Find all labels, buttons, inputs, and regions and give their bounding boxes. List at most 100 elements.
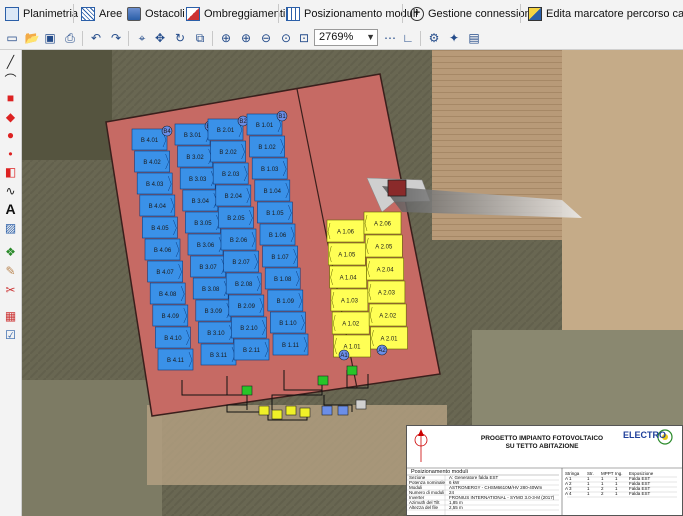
junction-box[interactable]: [241, 385, 253, 396]
pv-module-b[interactable]: B 1.05: [257, 201, 293, 224]
tab-ombreggiamenti[interactable]: Ombreggiamenti: [186, 3, 285, 24]
junction-box[interactable]: [299, 407, 311, 418]
new-file-icon[interactable]: ▭: [4, 30, 20, 46]
pv-module-a[interactable]: A 1.05: [327, 242, 366, 266]
pv-module-b[interactable]: B 4.11: [157, 348, 194, 371]
pv-module-a[interactable]: A 2.05: [364, 234, 403, 258]
pv-module-b[interactable]: B 1.03: [251, 157, 288, 180]
rotate-icon[interactable]: ↻: [172, 30, 188, 46]
pv-module-b[interactable]: B 2.04: [215, 184, 252, 207]
pv-module-b[interactable]: B 4.06: [144, 238, 181, 261]
pv-module-a[interactable]: A 1.04: [329, 265, 367, 289]
grid-icon[interactable]: ⋯: [382, 30, 398, 46]
measure-icon[interactable]: ✎: [3, 263, 18, 278]
line-tool-icon[interactable]: ╱: [3, 54, 18, 69]
tab-aree[interactable]: Aree: [81, 3, 122, 24]
tab-posizionamento-moduli[interactable]: Posizionamento moduli: [286, 3, 418, 24]
pv-module-a[interactable]: A 2.02: [368, 303, 407, 327]
pv-module-a[interactable]: A 1.06: [326, 219, 365, 243]
pv-module-a[interactable]: A 2.04: [366, 257, 404, 281]
pv-module-b[interactable]: B 1.08: [264, 267, 301, 290]
pv-module-b[interactable]: B 3.02: [177, 145, 213, 168]
pv-module-b[interactable]: B 3.06: [187, 233, 224, 256]
string-marker-b[interactable]: B2: [237, 115, 249, 127]
pv-module-b[interactable]: B 3.10: [198, 321, 234, 344]
pv-module-a[interactable]: A 2.01: [370, 326, 408, 350]
pv-module-b[interactable]: B 2.05: [218, 206, 254, 229]
pv-module-b[interactable]: B 3.05: [185, 211, 221, 234]
edit-icon[interactable]: ✂: [3, 282, 18, 297]
pv-module-b[interactable]: B 1.11: [272, 333, 309, 356]
module-config-icon[interactable]: ⚙: [426, 30, 442, 46]
pv-module-b[interactable]: B 2.08: [225, 272, 262, 295]
pv-module-b[interactable]: B 4.08: [149, 282, 186, 305]
junction-box[interactable]: [355, 399, 367, 410]
zoom-window-icon[interactable]: ⊙: [278, 30, 294, 46]
pv-module-b[interactable]: B 3.03: [179, 167, 216, 190]
zoom-in-icon[interactable]: ⊕: [238, 30, 254, 46]
junction-box[interactable]: [346, 365, 358, 376]
pv-module-b[interactable]: B 2.11: [233, 338, 270, 361]
junction-box[interactable]: [337, 405, 349, 416]
pv-module-b[interactable]: B 3.08: [192, 277, 229, 300]
pv-module-a[interactable]: A 2.03: [367, 280, 406, 304]
pv-module-b[interactable]: B 3.09: [195, 299, 232, 322]
tab-planimetria[interactable]: Planimetria: [5, 3, 78, 24]
zoom-select[interactable]: 2769% ▼: [314, 29, 378, 46]
layers-icon[interactable]: ❖: [3, 244, 18, 259]
string-marker-b[interactable]: B4: [161, 125, 173, 137]
pv-module-b[interactable]: B 4.05: [142, 216, 178, 239]
zoom-out-icon[interactable]: ⊖: [258, 30, 274, 46]
report-icon[interactable]: ☑: [3, 327, 18, 342]
undo-icon[interactable]: ↶: [88, 30, 104, 46]
pv-module-b[interactable]: B 4.10: [155, 326, 191, 349]
point-tool-icon[interactable]: •: [3, 146, 18, 161]
pv-module-b[interactable]: B 2.06: [220, 228, 257, 251]
pv-module-b[interactable]: B 1.01: [246, 113, 283, 136]
junction-box[interactable]: [271, 409, 283, 420]
pv-module-b[interactable]: B 1.04: [254, 179, 291, 202]
zoom-extents-icon[interactable]: ⊡: [296, 30, 312, 46]
pv-module-b[interactable]: B 2.01: [207, 118, 244, 141]
junction-box[interactable]: [317, 375, 329, 386]
module-library-icon[interactable]: ▤: [466, 30, 482, 46]
select-icon[interactable]: ⌖: [134, 30, 150, 46]
polygon-tool-icon[interactable]: ◆: [3, 109, 18, 124]
string-marker-a[interactable]: A2: [376, 344, 388, 356]
move-icon[interactable]: ✥: [152, 30, 168, 46]
junction-box[interactable]: [321, 405, 333, 416]
tab-ostacoli[interactable]: Ostacoli: [127, 3, 185, 24]
auto-layout-icon[interactable]: ✦: [446, 30, 462, 46]
text-tool-icon[interactable]: A: [3, 201, 18, 217]
pv-module-b[interactable]: B 1.06: [259, 223, 296, 246]
pv-module-b[interactable]: B 4.03: [136, 172, 173, 195]
pv-module-b[interactable]: B 2.03: [212, 162, 249, 185]
pv-module-b[interactable]: B 4.04: [139, 194, 176, 217]
circle-tool-icon[interactable]: ●: [3, 127, 18, 142]
string-marker-b[interactable]: B1: [276, 110, 288, 122]
pv-module-b[interactable]: B 1.10: [270, 311, 306, 334]
pv-module-b[interactable]: B 3.11: [200, 343, 237, 366]
pv-module-b[interactable]: B 1.07: [262, 245, 298, 268]
print-icon[interactable]: ⎙: [62, 30, 78, 46]
tab-gestione-connessioni[interactable]: + Gestione connessioni: [410, 3, 533, 24]
curve-tool-icon[interactable]: ∿: [3, 183, 18, 198]
save-icon[interactable]: ▣: [42, 30, 58, 46]
pv-module-b[interactable]: B 2.09: [228, 294, 265, 317]
rectangle-tool-icon[interactable]: ■: [3, 90, 18, 105]
pv-module-b[interactable]: B 3.07: [190, 255, 226, 278]
pv-module-b[interactable]: B 4.02: [134, 150, 170, 173]
junction-box[interactable]: [258, 405, 270, 416]
pv-module-b[interactable]: B 2.02: [210, 140, 246, 163]
junction-box[interactable]: [285, 405, 297, 416]
pv-module-a[interactable]: A 1.03: [330, 288, 369, 312]
pv-module-b[interactable]: B 4.01: [131, 128, 168, 151]
open-folder-icon[interactable]: 📂: [24, 30, 40, 46]
scale-icon[interactable]: ⧉: [192, 30, 208, 46]
redo-icon[interactable]: ↷: [108, 30, 124, 46]
string-marker-a[interactable]: A1: [338, 349, 350, 361]
pv-module-b[interactable]: B 4.09: [152, 304, 189, 327]
tab-edita-marcatore[interactable]: Edita marcatore percorso cavi: [528, 3, 683, 24]
properties-icon[interactable]: ▦: [3, 308, 18, 323]
pv-module-b[interactable]: B 3.01: [174, 123, 211, 146]
